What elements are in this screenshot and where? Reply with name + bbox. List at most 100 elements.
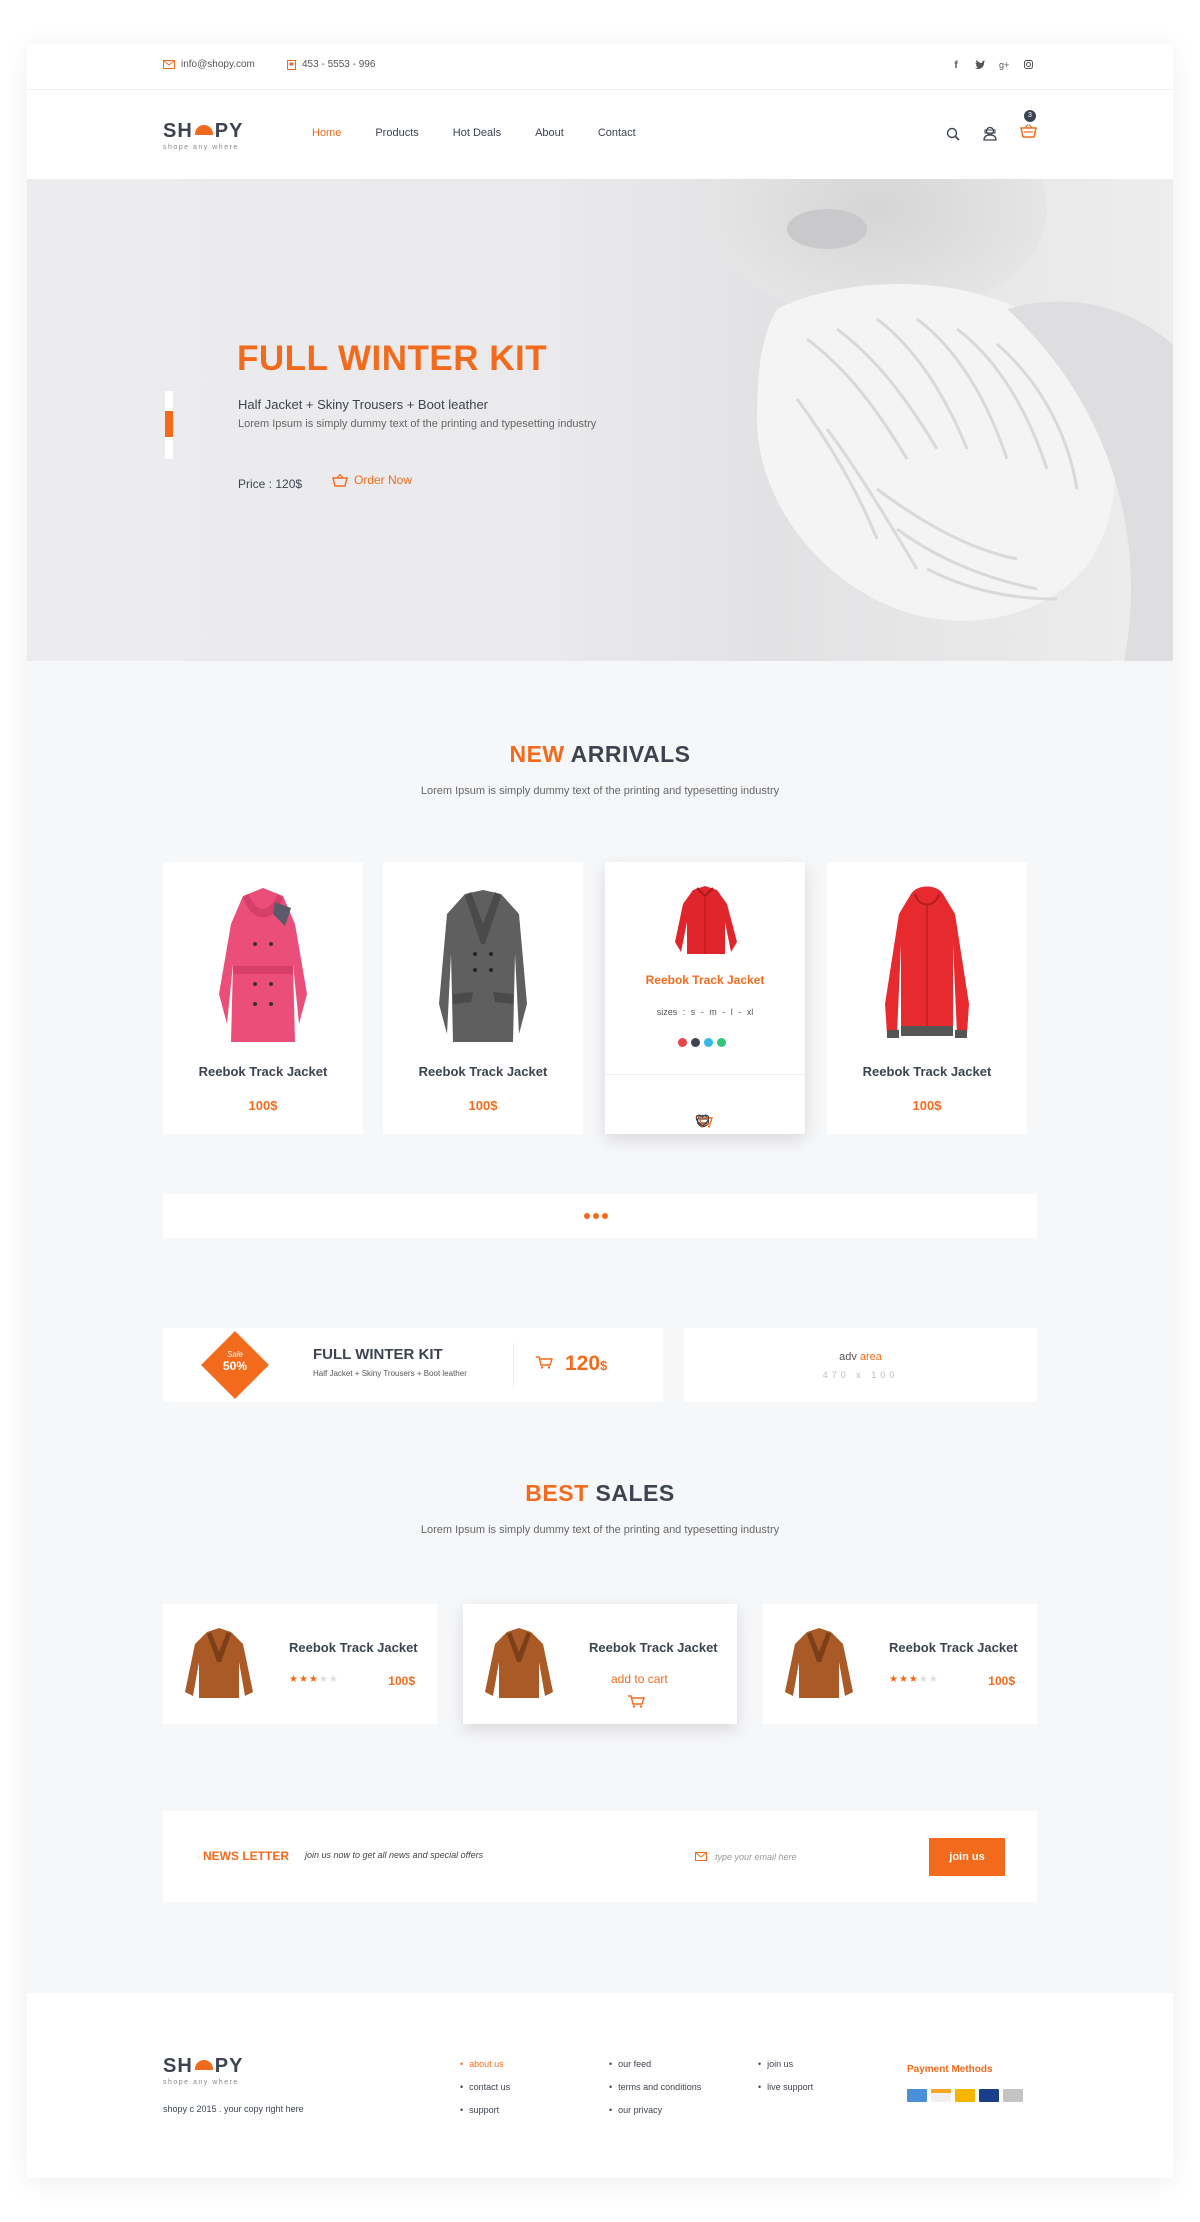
color-swatches: [678, 1038, 726, 1047]
product-name[interactable]: Reebok Track Jacket: [827, 1064, 1027, 1079]
rating-stars: ★★★★★: [889, 1674, 939, 1685]
product-sizes: sizes : s - m - l - xl: [656, 1007, 754, 1017]
footer-links-col1: about us contact us support: [460, 2059, 510, 2128]
search-icon[interactable]: [946, 127, 960, 141]
title-accent: BEST: [525, 1480, 589, 1506]
best-sale-card-hovered[interactable]: Reebok Track Jacket add to cart: [463, 1604, 737, 1724]
logo-tagline: shope any where: [163, 144, 239, 151]
basket-icon: [332, 473, 348, 487]
hero-scarf-image: [707, 179, 1173, 661]
logo-text-right: PY: [214, 120, 244, 142]
best-sale-card[interactable]: Reebok Track Jacket ★★★★★ 100$: [763, 1604, 1037, 1724]
header: SH PY shope any where Home Products Hot …: [27, 90, 1173, 179]
newsletter-email-input[interactable]: [693, 1842, 913, 1872]
basket-icon: [1020, 124, 1037, 138]
adv-area[interactable]: adv area 470 x 100: [684, 1328, 1037, 1402]
product-card-hovered[interactable]: Reebok Track Jacket sizes : s - m - l - …: [605, 862, 805, 1134]
grey-blazer-image: [439, 890, 527, 1042]
footer-link-feed[interactable]: our feed: [609, 2059, 701, 2069]
footer-link-support[interactable]: support: [460, 2105, 510, 2115]
product-name[interactable]: Reebok Track Jacket: [383, 1064, 583, 1079]
product-card[interactable]: Reebok Track Jacket 100$: [383, 862, 583, 1134]
heart-icon[interactable]: [695, 1114, 710, 1127]
best-sale-card[interactable]: Reebok Track Jacket ★★★★★ 100$: [163, 1604, 437, 1724]
logo-sun-icon: [194, 2059, 213, 2070]
email-contact[interactable]: info@shopy.com: [163, 59, 255, 70]
best-sales-subtitle: Lorem Ipsum is simply dummy text of the …: [420, 1524, 780, 1536]
product-name[interactable]: Reebok Track Jacket: [163, 1064, 363, 1079]
hero-price: Price : 120$: [238, 477, 303, 491]
footer-link-about[interactable]: about us: [460, 2059, 510, 2069]
pink-coat-image: [219, 888, 307, 1042]
footer-link-terms[interactable]: terms and conditions: [609, 2082, 701, 2092]
page-frame: info@shopy.com 453 - 5553 - 996 f g+ SH …: [27, 44, 1173, 2178]
footer-link-live-support[interactable]: live support: [758, 2082, 813, 2092]
card-divider: [605, 1074, 805, 1075]
adv-word: adv: [839, 1351, 857, 1363]
logo-text-right: PY: [214, 2055, 244, 2077]
red-hoodie-image: [885, 886, 969, 1038]
pager-dots[interactable]: [584, 1213, 608, 1219]
product-name[interactable]: Reebok Track Jacket: [605, 973, 805, 987]
color-swatch-blue[interactable]: [704, 1038, 713, 1047]
logo-tagline: shope any where: [163, 2079, 239, 2086]
google-plus-icon[interactable]: g+: [999, 60, 1009, 72]
mastercard-card-icon: [979, 2089, 999, 2102]
leather-jacket-image: [185, 1628, 253, 1698]
promo-banner[interactable]: Sale 50% FULL WINTER KIT Half Jacket + S…: [163, 1328, 663, 1402]
product-card[interactable]: Reebok Track Jacket 100$: [827, 862, 1027, 1134]
product-price: 100$: [988, 1674, 1015, 1688]
product-name[interactable]: Reebok Track Jacket: [889, 1640, 1018, 1655]
product-card[interactable]: Reebok Track Jacket 100$: [163, 862, 363, 1134]
product-price: 100$: [468, 1098, 498, 1113]
footer-link-privacy[interactable]: our privacy: [609, 2105, 701, 2115]
phone-text: 453 - 5553 - 996: [302, 59, 376, 70]
cart-button[interactable]: 3: [1020, 110, 1037, 143]
footer-logo[interactable]: SH PY shope any where: [163, 2055, 243, 2086]
footer-link-join[interactable]: join us: [758, 2059, 813, 2069]
footer: SH PY shope any where shopy c 2015 . you…: [27, 1993, 1173, 2178]
mail-icon: [163, 60, 175, 69]
slider-indicator[interactable]: [165, 391, 173, 459]
facebook-icon[interactable]: f: [951, 60, 961, 72]
promo-price-currency: $: [600, 1358, 608, 1373]
rating-stars: ★★★★★: [289, 1674, 339, 1685]
color-swatch-red[interactable]: [678, 1038, 687, 1047]
join-us-button[interactable]: join us: [929, 1838, 1005, 1876]
adv-area-word: area: [859, 1351, 882, 1363]
payment-methods-title: Payment Methods: [907, 2064, 993, 2075]
nav-home[interactable]: Home: [312, 127, 341, 139]
user-icon[interactable]: [982, 126, 998, 141]
twitter-icon[interactable]: [975, 60, 985, 72]
main-nav: Home Products Hot Deals About Contact: [312, 127, 636, 139]
add-to-cart-button[interactable]: add to cart: [611, 1672, 668, 1708]
phone-icon: [287, 59, 296, 70]
sale-badge-label: Sale: [226, 1350, 243, 1359]
adv-size: 470 x 100: [822, 1370, 899, 1380]
newsletter-title: NEWS LETTER: [203, 1849, 289, 1863]
product-price: 100$: [248, 1098, 278, 1113]
nav-about[interactable]: About: [535, 127, 564, 139]
promo-divider: [513, 1343, 514, 1387]
new-arrivals-title: NEW ARRIVALS: [27, 741, 1173, 768]
leather-jacket-image: [485, 1628, 553, 1698]
nav-products[interactable]: Products: [375, 127, 418, 139]
title-rest: SALES: [595, 1480, 675, 1506]
generic-card-icon: [1003, 2089, 1023, 2102]
footer-link-contact[interactable]: contact us: [460, 2082, 510, 2092]
adv-title: adv area: [684, 1351, 1037, 1363]
sale-badge-text: Sale 50%: [199, 1350, 271, 1373]
product-name[interactable]: Reebok Track Jacket: [589, 1640, 718, 1655]
logo[interactable]: SH PY shope any where: [163, 120, 243, 151]
color-swatch-green[interactable]: [717, 1038, 726, 1047]
color-swatch-dark[interactable]: [691, 1038, 700, 1047]
promo-subtitle: Half Jacket + Skiny Trousers + Boot leat…: [313, 1369, 467, 1378]
instagram-icon[interactable]: [1023, 60, 1033, 72]
product-name[interactable]: Reebok Track Jacket: [289, 1640, 418, 1655]
add-to-cart-icon: [628, 1695, 645, 1708]
phone-contact[interactable]: 453 - 5553 - 996: [287, 59, 375, 70]
order-now-button[interactable]: Order Now: [332, 473, 412, 487]
cart-icon[interactable]: [535, 1355, 553, 1369]
nav-contact[interactable]: Contact: [598, 127, 636, 139]
nav-hot-deals[interactable]: Hot Deals: [453, 127, 501, 139]
